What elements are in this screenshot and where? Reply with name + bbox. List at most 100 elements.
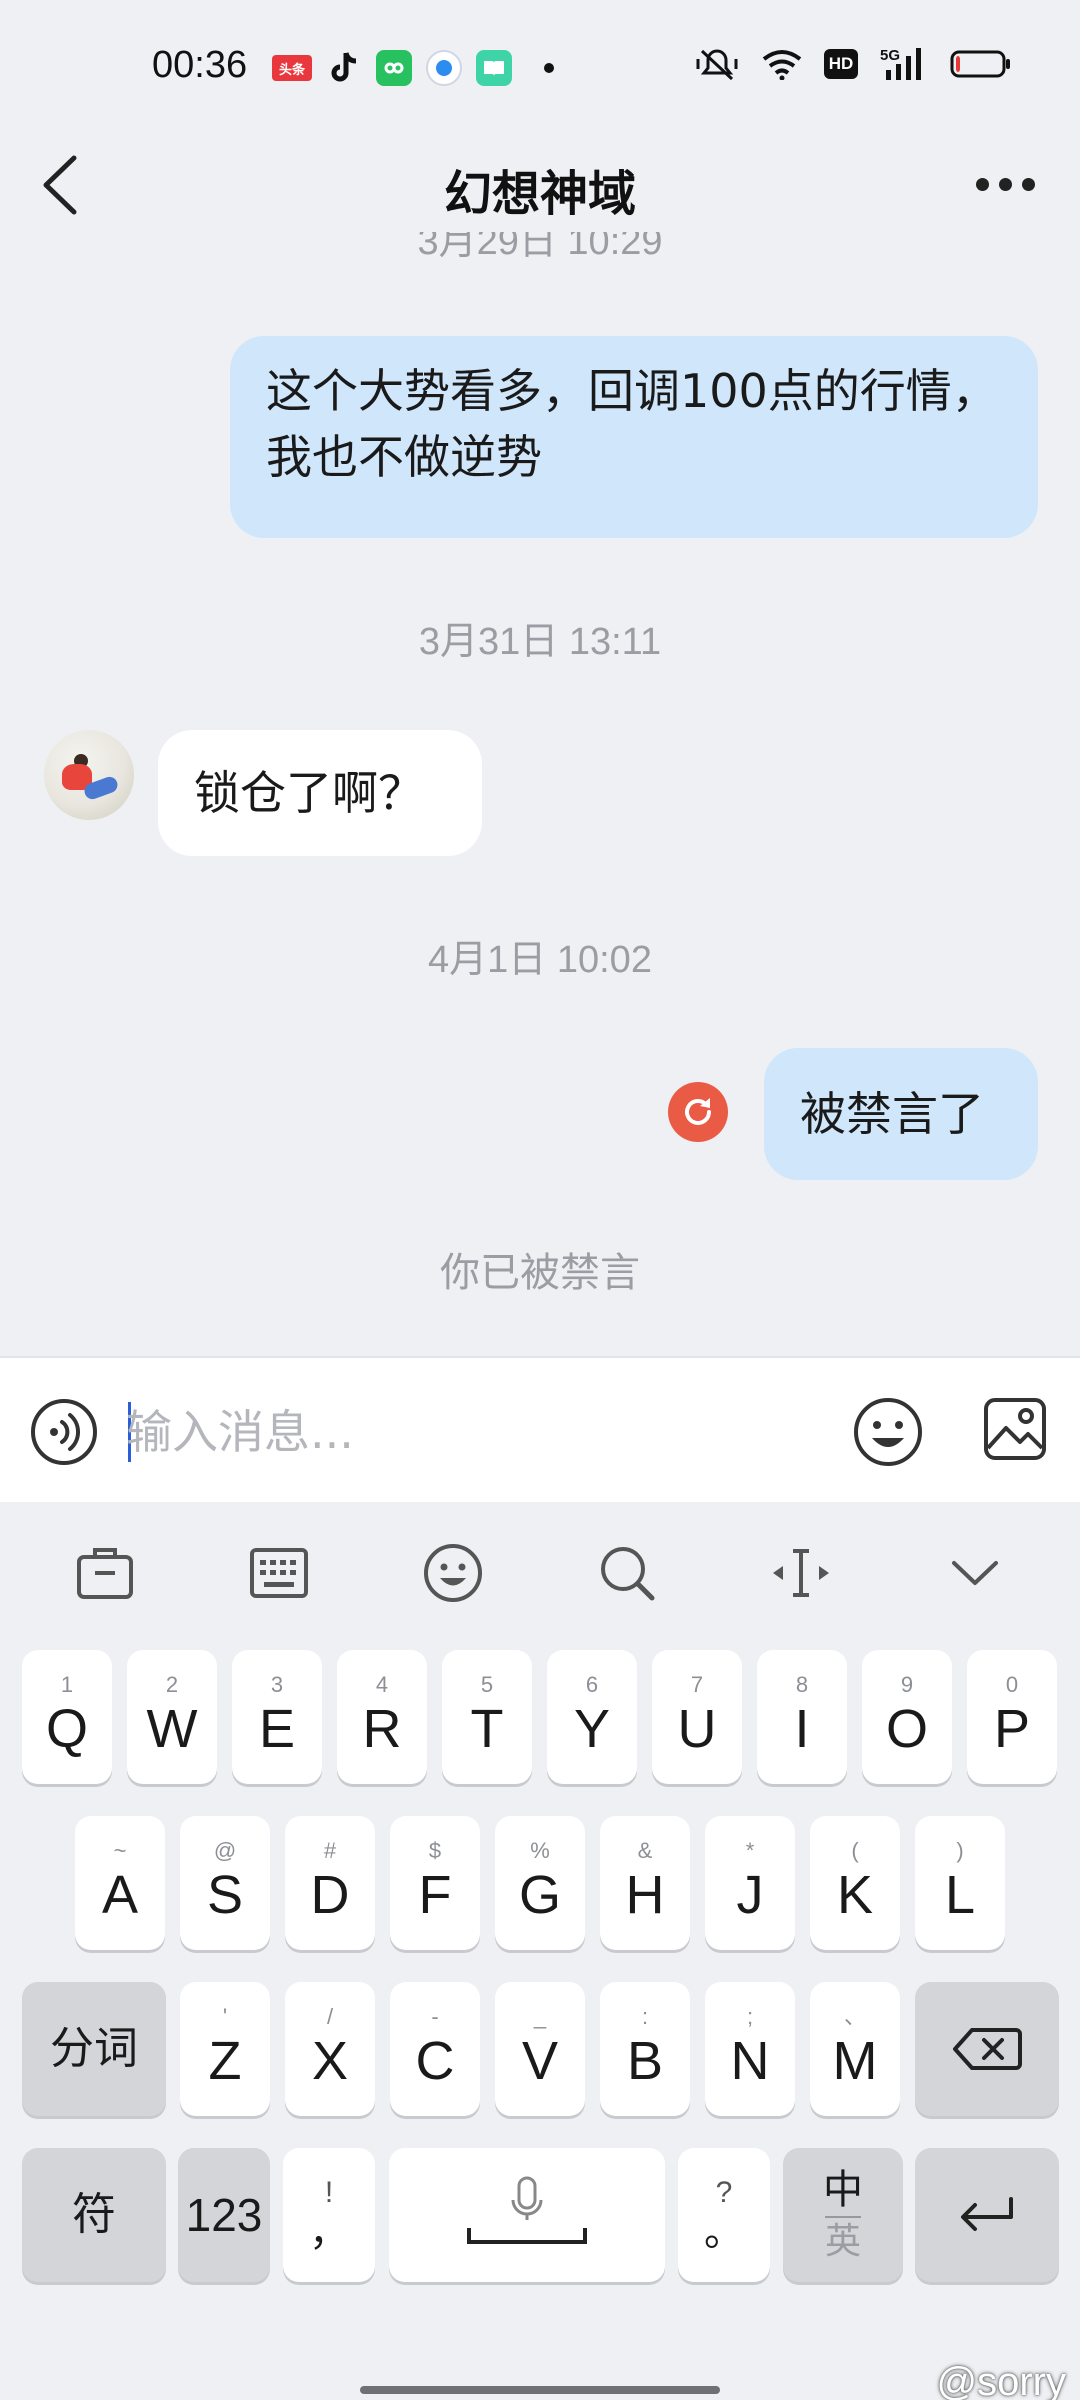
backspace-key[interactable]	[915, 1982, 1059, 2116]
toutiao-icon: 头条	[272, 55, 312, 81]
key-s[interactable]: @ S	[180, 1816, 270, 1950]
microphone-icon	[467, 2176, 587, 2244]
key-hint: 0	[1005, 1672, 1019, 1697]
key-label: 。	[704, 2210, 744, 2254]
key-label: F	[418, 1865, 452, 1925]
key-label: R	[362, 1699, 402, 1759]
key-b[interactable]: :B	[600, 1982, 690, 2116]
key-label: J	[736, 1865, 764, 1925]
image-button[interactable]	[982, 1396, 1048, 1462]
numbers-key[interactable]: 123	[178, 2148, 270, 2282]
emoji-icon	[424, 1544, 482, 1602]
key-g[interactable]: % G	[495, 1816, 585, 1950]
soft-keyboard: 1Q 2W 3E 4R 5T 6Y 7U 8I 9O 0P ~ A @ S # D $…	[0, 1502, 1080, 2400]
language-switch-key[interactable]: 中 英	[783, 2148, 903, 2282]
voice-input-button[interactable]	[30, 1398, 98, 1466]
key-u[interactable]: 7U	[652, 1650, 742, 1784]
key-hint: *	[745, 1838, 755, 1863]
key-hint: &	[637, 1838, 653, 1863]
image-icon	[984, 1398, 1046, 1460]
keyboard-switch-button[interactable]	[244, 1538, 314, 1608]
wechat-mini-icon	[376, 50, 412, 86]
key-w[interactable]: 2W	[127, 1650, 217, 1784]
keyboard-emoji-button[interactable]	[418, 1538, 488, 1608]
chat-title: 幻想神域	[443, 166, 636, 222]
key-label-english: 英	[824, 2221, 861, 2262]
incoming-message-bubble[interactable]: 锁仓了啊？	[158, 730, 482, 856]
notification-icons: 头条	[272, 50, 554, 86]
key-j[interactable]: * J	[705, 1816, 795, 1950]
comma-key[interactable]: !，	[283, 2148, 375, 2282]
key-label: T	[470, 1699, 504, 1759]
key-h[interactable]: & H	[600, 1816, 690, 1950]
key-f[interactable]: $ F	[390, 1816, 480, 1950]
key-label-chinese: 中	[823, 2167, 863, 2213]
key-p[interactable]: 0P	[967, 1650, 1057, 1784]
key-o[interactable]: 9O	[862, 1650, 952, 1784]
segment-key[interactable]: 分词	[22, 1982, 166, 2116]
cursor-control-button[interactable]	[766, 1538, 836, 1608]
key-label: L	[944, 1865, 976, 1925]
key-n[interactable]: ; N	[705, 1982, 795, 2116]
key-q[interactable]: 1Q	[22, 1650, 112, 1784]
vibrate-mute-icon	[696, 49, 738, 81]
key-i[interactable]: 8I	[757, 1650, 847, 1784]
key-hint: '	[222, 2004, 228, 2029]
key-hint: (	[851, 1838, 859, 1863]
outgoing-message-bubble[interactable]: 被禁言了	[764, 1048, 1038, 1180]
key-label: N	[730, 2031, 770, 2091]
key-l[interactable]: ) L	[915, 1816, 1005, 1950]
message-list[interactable]: 3月29日 10:29 这个大势看多，回调100点的行情，我也不做逆势 3月31…	[0, 232, 1080, 1356]
keyboard-search-button[interactable]	[592, 1538, 662, 1608]
wifi-icon	[762, 50, 802, 80]
key-z[interactable]: ' Z	[180, 1982, 270, 2116]
signal-5g-icon: 5G	[880, 47, 921, 80]
message-input-bar	[0, 1356, 1080, 1502]
svg-text:5G: 5G	[880, 47, 900, 64]
timestamp: 4月1日 10:02	[428, 939, 652, 981]
browser-icon	[426, 50, 462, 86]
chat-header: 幻想神域	[0, 136, 1080, 232]
key-label: A	[101, 1865, 139, 1925]
key-y[interactable]: 6Y	[547, 1650, 637, 1784]
message-input[interactable]	[126, 1392, 806, 1472]
key-a[interactable]: ~ A	[75, 1816, 165, 1950]
period-key[interactable]: ?。	[678, 2148, 770, 2282]
key-x[interactable]: / X	[285, 1982, 375, 2116]
more-notifications-dot	[544, 63, 554, 73]
key-label: I	[794, 1699, 810, 1759]
space-key[interactable]	[389, 2148, 665, 2282]
key-k[interactable]: (K	[810, 1816, 900, 1950]
key-hint: 2	[165, 1672, 179, 1697]
key-hint: 1	[60, 1672, 74, 1697]
enter-key[interactable]	[915, 2148, 1059, 2282]
key-hint: ?	[715, 2176, 733, 2209]
key-d[interactable]: # D	[285, 1816, 375, 1950]
emoji-button[interactable]	[852, 1396, 924, 1468]
watermark: @sorry	[936, 2360, 1067, 2400]
key-label: C	[415, 2031, 455, 2091]
smiley-icon	[854, 1398, 922, 1466]
key-r[interactable]: 4R	[337, 1650, 427, 1784]
more-options-button[interactable]	[970, 166, 1040, 202]
key-e[interactable]: 3E	[232, 1650, 322, 1784]
symbol-key[interactable]: 符	[22, 2148, 166, 2282]
key-t[interactable]: 5T	[442, 1650, 532, 1784]
more-dot-icon	[975, 177, 989, 191]
backspace-icon	[953, 2028, 1022, 2070]
outgoing-message-bubble[interactable]: 这个大势看多，回调100点的行情，我也不做逆势	[230, 336, 1038, 538]
home-indicator[interactable]	[360, 2386, 720, 2394]
key-hint: #	[323, 1838, 337, 1863]
key-label: 123	[185, 2189, 263, 2241]
key-label: V	[521, 2031, 559, 2091]
key-c[interactable]: -C	[390, 1982, 480, 2116]
contact-avatar[interactable]	[44, 730, 134, 820]
status-bar: 00:36 头条 HD 5G	[0, 0, 1080, 136]
key-v[interactable]: _ V	[495, 1982, 585, 2116]
key-label: S	[206, 1865, 244, 1925]
resend-button[interactable]	[668, 1082, 728, 1142]
key-hint: %	[530, 1838, 550, 1863]
clipboard-button[interactable]	[70, 1538, 140, 1608]
collapse-keyboard-button[interactable]	[940, 1538, 1010, 1608]
key-m[interactable]: 、 M	[810, 1982, 900, 2116]
